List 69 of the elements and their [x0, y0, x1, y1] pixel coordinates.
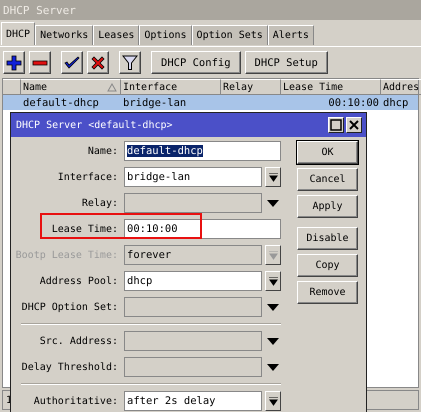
dialog-button[interactable]: Disable	[297, 227, 358, 250]
dialog-button[interactable]: Remove	[297, 281, 358, 304]
tab[interactable]: Alerts	[268, 25, 314, 45]
field-label: Authoritative:	[32, 396, 118, 406]
table-cell: bridge-lan	[123, 96, 186, 108]
dropdown-arrow-icon[interactable]	[267, 200, 279, 206]
toolbar-button[interactable]: DHCP Setup	[244, 51, 328, 74]
dropdown-field[interactable]: bridge-lan	[124, 167, 262, 187]
dropdown-arrow-icon	[268, 172, 278, 182]
field-label: Src. Address:	[38, 336, 118, 346]
field-label: Bootp Lease Time:	[14, 250, 118, 260]
field-label: Name:	[86, 146, 118, 156]
dialog-title: DHCP Server <default-dhcp>	[16, 120, 173, 130]
tab[interactable]: Leases	[93, 25, 140, 45]
toolbar-funnel-button[interactable]	[119, 51, 141, 74]
maximize-icon	[330, 119, 342, 131]
window-title: DHCP Server	[3, 4, 76, 16]
field-label: DHCP Option Set:	[20, 302, 118, 312]
tab[interactable]: Networks	[35, 25, 94, 45]
close-button[interactable]	[346, 117, 362, 133]
toolbar-plus-button[interactable]	[3, 51, 25, 74]
dialog-button[interactable]: Apply	[297, 195, 358, 218]
toolbar-minus-button[interactable]	[29, 51, 51, 74]
dropdown-arrow-icon[interactable]	[267, 304, 279, 310]
checkmark-icon	[64, 54, 80, 70]
field-label: Interface:	[56, 172, 118, 182]
toolbar-checkmark-button[interactable]	[61, 51, 83, 74]
dropdown-arrow-icon[interactable]	[267, 338, 279, 344]
cross-icon	[90, 54, 106, 70]
column-header[interactable]: Interface	[121, 79, 221, 95]
dropdown-field[interactable]	[124, 357, 262, 377]
dialog-button[interactable]: Copy	[297, 254, 358, 277]
table-row[interactable]: default-dhcp bridge-lan 00:10:00 dhcp	[3, 95, 418, 110]
tab[interactable]: Option Sets	[192, 25, 268, 45]
plus-icon	[6, 54, 22, 70]
dropdown-field[interactable]	[124, 331, 262, 351]
dialog-button[interactable]: OK	[297, 141, 358, 164]
field-label: Delay Threshold:	[20, 362, 118, 372]
dropdown-button[interactable]	[265, 167, 281, 187]
table-cell: default-dhcp	[23, 96, 99, 108]
field-label: Lease Time:	[50, 224, 118, 234]
close-icon	[348, 119, 360, 131]
tab[interactable]: DHCP	[1, 22, 36, 45]
dropdown-field[interactable]: dhcp	[124, 271, 262, 291]
dropdown-arrow-icon	[268, 276, 278, 286]
dropdown-button[interactable]	[265, 245, 281, 265]
toolbar-button[interactable]: DHCP Config	[151, 51, 241, 74]
field-label: Relay:	[80, 198, 118, 208]
funnel-icon	[122, 54, 138, 70]
column-header[interactable]: Lease Time	[281, 79, 381, 95]
table-cell: 00:10:00	[328, 96, 379, 108]
dropdown-arrow-icon[interactable]	[267, 364, 279, 370]
dialog-button[interactable]: Cancel	[297, 168, 358, 191]
dropdown-field[interactable]: after 2s delay	[124, 391, 262, 411]
tab[interactable]: Options	[139, 25, 192, 45]
dropdown-button[interactable]	[265, 271, 281, 291]
text-field[interactable]: default-dhcp	[124, 141, 281, 161]
text-field[interactable]: 00:10:00	[124, 219, 281, 239]
column-header[interactable]: Name	[21, 79, 121, 95]
table-cell: dhcp	[383, 96, 408, 108]
dropdown-arrow-icon	[268, 396, 278, 406]
dropdown-field[interactable]	[124, 193, 262, 213]
dropdown-button[interactable]	[265, 391, 281, 411]
sort-triangle-icon	[107, 83, 117, 92]
field-label: Address Pool:	[38, 276, 118, 286]
dropdown-arrow-icon	[268, 250, 278, 260]
dropdown-field[interactable]	[124, 297, 262, 317]
toolbar-cross-button[interactable]	[87, 51, 109, 74]
maximize-button[interactable]	[328, 117, 344, 133]
